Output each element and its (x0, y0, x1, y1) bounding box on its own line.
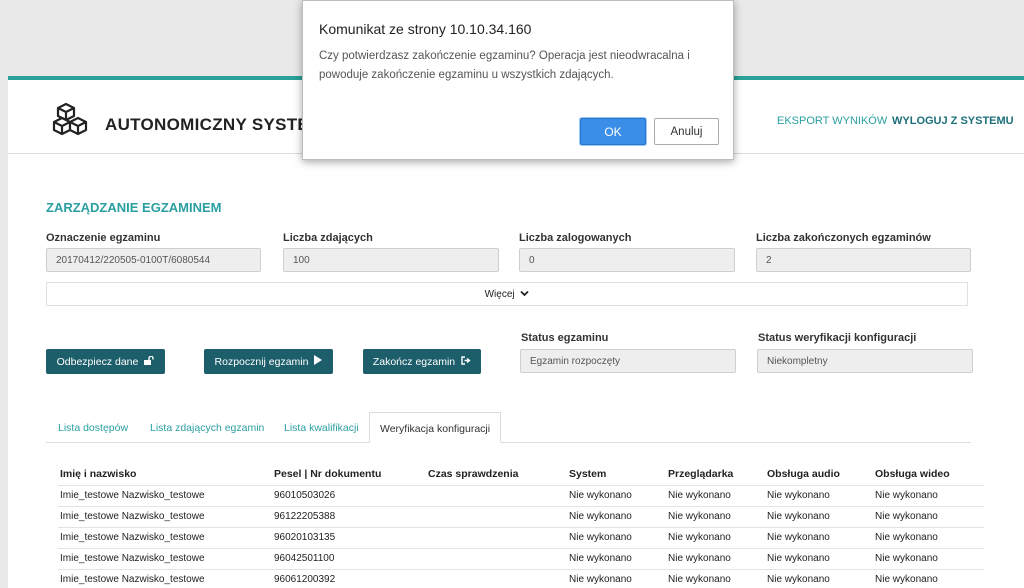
table-row: Imie_testowe Nazwisko_testowe 96010503026… (58, 484, 984, 506)
table-cell: Nie wykonano (765, 526, 873, 548)
chevron-down-icon (520, 289, 530, 300)
exam-id-label: Oznaczenie egzaminu (46, 232, 161, 244)
table-cell: Nie wykonano (567, 505, 666, 527)
app-title: AUTONOMICZNY SYSTE (105, 115, 310, 134)
table-cell: Nie wykonano (666, 505, 765, 527)
verification-table: Imię i nazwisko Pesel | Nr dokumentu Cza… (58, 463, 984, 588)
finished-count-field: 2 (756, 248, 971, 272)
dialog-ok-button[interactable]: OK (580, 118, 646, 145)
table-cell: Nie wykonano (873, 526, 984, 548)
column-header[interactable]: Imię i nazwisko (58, 463, 272, 485)
tab-qualifications-list[interactable]: Lista kwalifikacji (284, 412, 359, 443)
dialog-message: Czy potwierdzasz zakończenie egzaminu? O… (319, 50, 690, 81)
play-icon (314, 355, 323, 368)
table-cell: Imie_testowe Nazwisko_testowe (58, 547, 272, 569)
table-cell: 96042501100 (272, 547, 426, 569)
more-label: Więcej (484, 289, 515, 301)
column-header[interactable]: Czas sprawdzenia (426, 463, 567, 485)
column-header[interactable]: System (567, 463, 666, 485)
table-cell: 96010503026 (272, 484, 426, 506)
start-exam-button[interactable]: Rozpocznij egzamin (204, 349, 333, 374)
section-title: ZARZĄDZANIE EGZAMINEM (46, 200, 222, 215)
exam-status-field: Egzamin rozpoczęty (520, 349, 736, 373)
cubes-logo-icon (52, 102, 88, 136)
finished-count-label: Liczba zakończonych egzaminów (756, 232, 931, 244)
table-cell: Nie wykonano (873, 484, 984, 506)
tab-candidates-list[interactable]: Lista zdających egzamin (150, 412, 264, 443)
table-cell (426, 505, 567, 527)
table-cell: Nie wykonano (765, 547, 873, 569)
table-cell: Nie wykonano (873, 568, 984, 588)
unlock-data-button[interactable]: Odbezpiecz dane (46, 349, 165, 374)
table-cell: Nie wykonano (666, 547, 765, 569)
logged-count-field: 0 (519, 248, 735, 272)
logged-count-label: Liczba zalogowanych (519, 232, 632, 244)
table-row: Imie_testowe Nazwisko_testowe 96122205388… (58, 505, 984, 527)
table-cell: Nie wykonano (873, 505, 984, 527)
table-cell: Nie wykonano (666, 568, 765, 588)
table-cell: 96020103135 (272, 526, 426, 548)
column-header[interactable]: Obsługa wideo (873, 463, 984, 485)
finish-label: Zakończ egzamin (372, 355, 456, 368)
table-cell: Nie wykonano (873, 547, 984, 569)
table-cell: Nie wykonano (765, 505, 873, 527)
table-cell: Nie wykonano (567, 526, 666, 548)
table-cell (426, 568, 567, 588)
finish-exam-button[interactable]: Zakończ egzamin (363, 349, 481, 374)
column-header[interactable]: Obsługa audio (765, 463, 873, 485)
table-header-row: Imię i nazwisko Pesel | Nr dokumentu Cza… (58, 463, 984, 485)
table-cell: Imie_testowe Nazwisko_testowe (58, 526, 272, 548)
export-results-link[interactable]: EKSPORT WYNIKÓW (777, 115, 887, 127)
start-label: Rozpocznij egzamin (214, 355, 309, 368)
table-row: Imie_testowe Nazwisko_testowe 96042501100… (58, 547, 984, 569)
table-cell: 96122205388 (272, 505, 426, 527)
table-cell: Imie_testowe Nazwisko_testowe (58, 505, 272, 527)
sign-out-icon (461, 355, 471, 368)
unlock-label: Odbezpiecz dane (56, 355, 139, 368)
tab-access-list[interactable]: Lista dostępów (58, 412, 128, 443)
candidates-count-field: 100 (283, 248, 499, 272)
tab-bar: Lista dostępów Lista zdających egzamin L… (46, 412, 971, 443)
table-cell (426, 547, 567, 569)
dialog-title: Komunikat ze strony 10.10.34.160 (319, 21, 532, 37)
more-toggle[interactable]: Więcej (46, 282, 968, 306)
table-cell (426, 484, 567, 506)
table-cell: Nie wykonano (567, 547, 666, 569)
exam-id-field: 20170412/220505-0100T/6080544 (46, 248, 261, 272)
table-cell: 96061200392 (272, 568, 426, 588)
unlock-icon (144, 355, 155, 368)
table-row: Imie_testowe Nazwisko_testowe 96020103135… (58, 526, 984, 548)
table-cell: Nie wykonano (567, 484, 666, 506)
table-cell: Nie wykonano (666, 526, 765, 548)
table-cell: Imie_testowe Nazwisko_testowe (58, 484, 272, 506)
table-cell: Nie wykonano (666, 484, 765, 506)
table-cell: Nie wykonano (765, 568, 873, 588)
table-cell: Imie_testowe Nazwisko_testowe (58, 568, 272, 588)
dialog-cancel-button[interactable]: Anuluj (654, 118, 719, 145)
table-cell (426, 526, 567, 548)
table-cell: Nie wykonano (567, 568, 666, 588)
column-header[interactable]: Pesel | Nr dokumentu (272, 463, 426, 485)
config-status-field: Niekompletny (757, 349, 973, 373)
tab-config-verification[interactable]: Weryfikacja konfiguracji (369, 412, 502, 443)
table-cell: Nie wykonano (765, 484, 873, 506)
table-row: Imie_testowe Nazwisko_testowe 96061200392… (58, 568, 984, 588)
confirm-dialog: Komunikat ze strony 10.10.34.160 Czy pot… (302, 0, 734, 160)
logout-link[interactable]: WYLOGUJ Z SYSTEMU (892, 115, 1014, 127)
candidates-count-label: Liczba zdających (283, 232, 373, 244)
column-header[interactable]: Przeglądarka (666, 463, 765, 485)
exam-status-label: Status egzaminu (521, 332, 609, 344)
config-status-label: Status weryfikacji konfiguracji (758, 332, 917, 344)
